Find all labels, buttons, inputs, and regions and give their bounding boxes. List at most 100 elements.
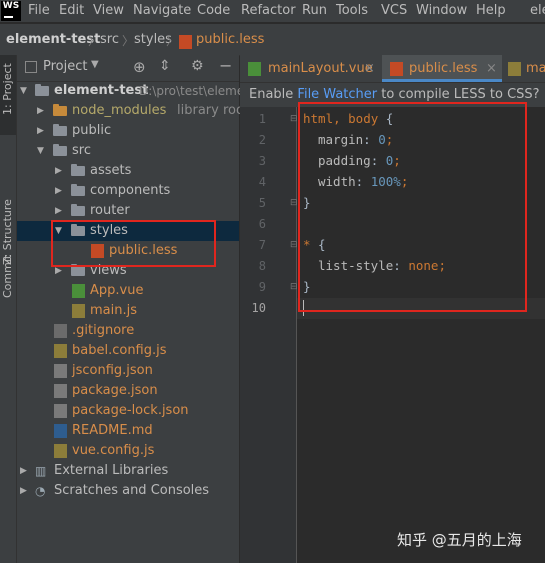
gear-icon[interactable]: ⚙	[191, 58, 204, 74]
tree-label: main.js	[90, 303, 137, 318]
tab-label: public.less	[409, 61, 478, 76]
line-number: 4	[258, 175, 266, 189]
tree-item-vue-config[interactable]: vue.config.js	[17, 441, 239, 461]
folder-icon	[53, 124, 67, 136]
folder-icon	[53, 144, 67, 156]
tree-item-package-lock[interactable]: package-lock.json	[17, 401, 239, 421]
tree-item-assets[interactable]: ▶ assets	[17, 161, 239, 181]
tree-item-public[interactable]: ▶ public	[17, 121, 239, 141]
menu-window[interactable]: Window	[416, 3, 467, 18]
line-number: 7	[258, 238, 266, 252]
tree-label: assets	[90, 163, 132, 178]
menu-run[interactable]: Run	[302, 3, 327, 18]
highlight-box-code	[298, 102, 527, 312]
tree-label: components	[90, 183, 171, 198]
menu-tools[interactable]: Tools	[336, 3, 368, 18]
tree-item-app-vue[interactable]: App.vue	[17, 281, 239, 301]
less-file-icon	[390, 62, 403, 76]
tree-label: README.md	[72, 423, 153, 438]
folder-icon	[35, 84, 49, 96]
close-icon[interactable]: ×	[486, 55, 497, 82]
commit-tool-tab[interactable]: Commit	[1, 255, 14, 298]
tab-mainlayout-vue[interactable]: mainLayout.vue ×	[248, 55, 378, 82]
gitignore-file-icon	[54, 324, 67, 338]
tree-item-src[interactable]: ▼ src	[17, 141, 239, 161]
breadcrumb: element-test 〉 src 〉 styles 〉 public.les…	[0, 23, 545, 56]
folder-icon	[71, 204, 85, 216]
scratches-icon: ◔	[35, 484, 46, 498]
tree-item-jsconfig[interactable]: jsconfig.json	[17, 361, 239, 381]
chevron-right-icon[interactable]: ▶	[20, 481, 30, 501]
tree-label: External Libraries	[54, 463, 169, 478]
chevron-down-icon[interactable]: ▼	[91, 59, 99, 70]
folder-icon	[71, 164, 85, 176]
chevron-right-icon[interactable]: ▶	[55, 181, 65, 201]
tree-item-main-js[interactable]: main.js	[17, 301, 239, 321]
breadcrumb-separator: 〉	[122, 34, 135, 48]
breadcrumb-separator: 〉	[88, 34, 101, 48]
chevron-down-icon[interactable]: ▼	[20, 81, 30, 101]
project-tool-tab[interactable]: 1: Project	[1, 63, 14, 115]
fold-icon[interactable]: ⊟	[290, 282, 298, 292]
menu-vcs[interactable]: VCS	[381, 3, 407, 18]
locate-icon[interactable]: ⊕	[133, 58, 146, 76]
tool-window-strip: 1: Project Z: Structure Commit	[0, 55, 17, 563]
menu-view[interactable]: View	[93, 3, 124, 18]
fold-icon[interactable]: ⊟	[290, 240, 298, 250]
chevron-down-icon[interactable]: ▼	[37, 141, 47, 161]
fold-icon[interactable]: ⊟	[290, 198, 298, 208]
tree-label: router	[90, 203, 130, 218]
js-file-icon	[54, 444, 67, 458]
tree-item-gitignore[interactable]: .gitignore	[17, 321, 239, 341]
breadcrumb-file[interactable]: public.less	[196, 32, 264, 47]
breadcrumb-src[interactable]: src	[100, 32, 119, 47]
tab-label: mainLayout.vue	[268, 61, 373, 76]
menu-file[interactable]: File	[28, 3, 50, 18]
tree-item-router[interactable]: ▶ router	[17, 201, 239, 221]
js-file-icon	[72, 304, 85, 318]
project-panel-header: Project ▼ ⊕ ⇕ ⚙ −	[17, 55, 239, 82]
chevron-right-icon[interactable]: ▶	[20, 461, 30, 481]
watermark: 知乎 @五月的上海	[397, 531, 522, 549]
line-number: 1	[258, 112, 266, 126]
vue-file-icon	[248, 62, 261, 76]
folder-icon	[53, 104, 67, 116]
tree-item-external-libraries[interactable]: ▶ ▥ External Libraries	[17, 461, 239, 481]
chevron-right-icon[interactable]: ▶	[37, 121, 47, 141]
collapse-all-icon[interactable]: ⇕	[159, 58, 171, 74]
close-icon[interactable]: ×	[364, 55, 375, 82]
tree-root-element-test[interactable]: ▼ element-test D:\pro\test\eleme	[17, 81, 244, 101]
tree-item-scratches[interactable]: ▶ ◔ Scratches and Consoles	[17, 481, 239, 501]
tab-main-js[interactable]: main	[506, 55, 545, 82]
menu-code[interactable]: Code	[197, 3, 230, 18]
menu-edit[interactable]: Edit	[59, 3, 84, 18]
breadcrumb-separator: 〉	[166, 34, 179, 48]
folder-icon	[71, 184, 85, 196]
tree-label: Scratches and Consoles	[54, 483, 210, 498]
tree-label: jsconfig.json	[72, 363, 153, 378]
tree-item-components[interactable]: ▶ components	[17, 181, 239, 201]
tree-label: vue.config.js	[72, 443, 155, 458]
banner-suffix: to compile LESS to CSS?	[377, 87, 540, 102]
js-file-icon	[508, 62, 521, 76]
menu-help[interactable]: Help	[476, 3, 506, 18]
tree-label: App.vue	[90, 283, 144, 298]
chevron-right-icon[interactable]: ▶	[55, 161, 65, 181]
tab-label: main	[526, 61, 545, 76]
tree-item-babel-config[interactable]: babel.config.js	[17, 341, 239, 361]
breadcrumb-project[interactable]: element-test	[6, 32, 100, 47]
chevron-right-icon[interactable]: ▶	[37, 101, 47, 121]
fold-icon[interactable]: ⊟	[290, 114, 298, 124]
minimize-icon[interactable]: −	[219, 56, 232, 75]
tree-item-node-modules[interactable]: ▶ node_modules library root	[17, 101, 249, 121]
project-view-icon	[25, 61, 37, 73]
project-view-selector[interactable]: Project	[43, 59, 87, 74]
chevron-right-icon[interactable]: ▶	[55, 201, 65, 221]
tree-item-readme[interactable]: README.md	[17, 421, 239, 441]
tab-public-less[interactable]: public.less ×	[382, 55, 502, 82]
file-watcher-link[interactable]: File Watcher	[297, 87, 377, 102]
menu-navigate[interactable]: Navigate	[133, 3, 191, 18]
tree-item-package-json[interactable]: package.json	[17, 381, 239, 401]
menu-refactor[interactable]: Refactor	[241, 3, 296, 18]
banner-prefix: Enable	[249, 87, 298, 102]
